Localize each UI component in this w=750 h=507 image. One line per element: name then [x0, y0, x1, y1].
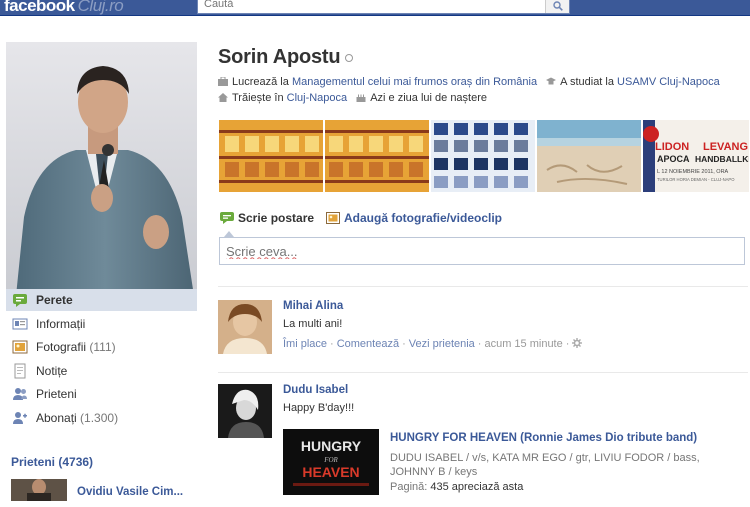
notes-icon	[14, 363, 26, 378]
attachment-image-text: FOR	[323, 456, 338, 464]
poster-text: LEVANG	[703, 141, 748, 153]
online-status-icon	[345, 53, 354, 62]
post-avatar[interactable]	[218, 384, 272, 438]
info-work: Lucrează la Managementul celui mai frumo…	[218, 74, 537, 90]
post-author[interactable]: Mihai Alina	[283, 300, 748, 312]
home-icon	[218, 93, 228, 102]
recent-photo-2[interactable]	[325, 120, 429, 192]
composer-box	[219, 237, 745, 265]
recent-photo-5[interactable]: LIDON LEVANG APOCA HANDBALLKI L 12 NOIEM…	[643, 120, 749, 192]
shared-page-attachment: HUNGRY FOR HEAVEN HUNGRY FOR HEAVEN (Ron…	[283, 429, 748, 499]
attachment-image-text: HEAVEN	[302, 464, 359, 480]
attachment-meta: Pagină: 435 apreciază asta	[390, 481, 524, 493]
birthday-cake-icon	[356, 94, 366, 102]
post-avatar[interactable]	[218, 300, 272, 354]
logo-text: facebook	[4, 0, 75, 15]
nav-item-photos[interactable]: Fotografii (111)	[6, 336, 197, 358]
see-friendship-link[interactable]: Vezi prietenia	[409, 338, 475, 350]
recent-photos-strip: LIDON LEVANG APOCA HANDBALLKI L 12 NOIEM…	[219, 120, 749, 192]
friend-thumbnail[interactable]	[11, 479, 67, 501]
nav-item-wall[interactable]: Perete	[6, 289, 197, 311]
wall-icon	[13, 294, 27, 307]
nav-label: Prieteni	[36, 387, 77, 401]
facebook-logo[interactable]: facebook Cluj.ro	[4, 0, 124, 16]
post-actions: Îmi place · Comentează · Vezi prietenia · acum…	[283, 338, 748, 350]
briefcase-icon	[218, 77, 228, 86]
like-link[interactable]: Îmi place	[283, 338, 327, 350]
search-input[interactable]	[198, 0, 543, 10]
profile-nav: Perete Informații Fotografii (111) Notiț…	[6, 289, 197, 430]
status-bubble-icon	[220, 212, 234, 224]
friend-preview[interactable]: Ovidiu Vasile Cim...	[11, 477, 196, 507]
divider	[218, 372, 748, 373]
friend-name[interactable]: Ovidiu Vasile Cim...	[77, 486, 183, 498]
nav-label: Notițe	[36, 363, 68, 378]
attachment-description: DUDU ISABEL / v/s, KATA MR EGO / gtr, LI…	[390, 452, 700, 478]
attachment-image[interactable]: HUNGRY FOR HEAVEN	[283, 429, 379, 495]
recent-photo-4[interactable]	[537, 120, 641, 192]
nav-label: Informații	[36, 316, 86, 331]
poster-text: TURILOR HORIA DEMIAN - CLUJ-NAPO	[657, 177, 735, 182]
nav-item-friends[interactable]: Prieteni	[6, 383, 197, 405]
recent-photo-1[interactable]	[219, 120, 323, 192]
tab-add-photo-video[interactable]: Adaugă fotografie/videoclip	[326, 211, 502, 225]
top-bar: facebook Cluj.ro	[0, 0, 750, 16]
photos-icon	[12, 340, 28, 354]
nav-item-info[interactable]: Informații	[6, 313, 197, 335]
post-text: Happy B'day!!!	[283, 402, 355, 414]
nav-count: (1.300)	[80, 410, 119, 425]
comment-link[interactable]: Comentează	[337, 338, 399, 350]
poster-text: LIDON	[655, 141, 689, 153]
nav-label: Fotografii	[36, 340, 87, 354]
tab-write-post[interactable]: Scrie postare	[220, 211, 314, 225]
friends-icon	[13, 388, 27, 400]
nav-count: (111)	[89, 340, 116, 354]
logo-city: Cluj.ro	[77, 0, 124, 15]
post-body: Mihai Alina La multi ani! Îmi place · Come…	[283, 300, 748, 350]
search-box	[197, 0, 570, 14]
wall-post: Dudu Isabel Happy B'day!!! HUNGRY FOR HE…	[218, 384, 748, 500]
post-body: Dudu Isabel Happy B'day!!!	[283, 384, 748, 414]
main-column: Sorin Apostu Lucrează la Managementul ce…	[218, 16, 750, 500]
composer-tabs: Scrie postare Adaugă fotografie/videocli…	[218, 211, 748, 229]
recent-photo-3[interactable]	[431, 120, 535, 192]
profile-photo[interactable]	[6, 42, 197, 296]
divider	[218, 286, 748, 287]
composer-input[interactable]	[220, 238, 744, 264]
profile-name[interactable]: Sorin Apostu	[218, 46, 341, 69]
nav-item-notes[interactable]: Notițe	[6, 360, 197, 382]
poster-text: HANDBALLKI	[695, 154, 749, 164]
profile-name-row: Sorin Apostu	[218, 46, 354, 74]
profile-photo-image	[6, 42, 197, 296]
camera-photo-icon	[326, 212, 340, 224]
settings-gear-icon[interactable]	[572, 338, 583, 348]
poster-text: APOCA	[657, 154, 690, 164]
left-sidebar: Perete Informații Fotografii (111) Notiț…	[0, 16, 200, 501]
lives-link[interactable]: Cluj-Napoca	[287, 92, 348, 104]
profile-info: Lucrează la Managementul celui mai frumo…	[218, 74, 750, 106]
post-text: La multi ani!	[283, 318, 343, 330]
info-birthday: Azi e ziua lui de naștere	[356, 90, 487, 106]
poster-text: L 12 NOIEMBRIE 2011, ORA	[657, 169, 729, 175]
graduation-cap-icon	[546, 77, 557, 85]
info-icon	[12, 318, 28, 329]
nav-label: Perete	[36, 293, 73, 307]
nav-label: Abonați	[36, 410, 77, 425]
search-button[interactable]	[545, 0, 569, 13]
wall-post: Mihai Alina La multi ani! Îmi place · Come…	[218, 300, 748, 360]
attachment-title[interactable]: HUNGRY FOR HEAVEN (Ronnie James Dio trib…	[390, 432, 697, 444]
work-link[interactable]: Managementul celui mai frumos oraș din R…	[292, 76, 537, 88]
attachment-image-text: HUNGRY	[301, 438, 362, 454]
study-link[interactable]: USAMV Cluj-Napoca	[617, 76, 720, 88]
info-lives: Trăiește în Cluj-Napoca	[218, 90, 347, 106]
friends-heading[interactable]: Prieteni (4736)	[11, 455, 93, 469]
search-icon	[553, 1, 563, 11]
post-timestamp: acum 15 minute	[484, 338, 563, 350]
nav-item-subscribers[interactable]: Abonați (1.300)	[6, 407, 197, 429]
info-study: A studiat la USAMV Cluj-Napoca	[546, 74, 720, 90]
post-author[interactable]: Dudu Isabel	[283, 384, 748, 396]
subscribers-icon	[13, 411, 27, 424]
